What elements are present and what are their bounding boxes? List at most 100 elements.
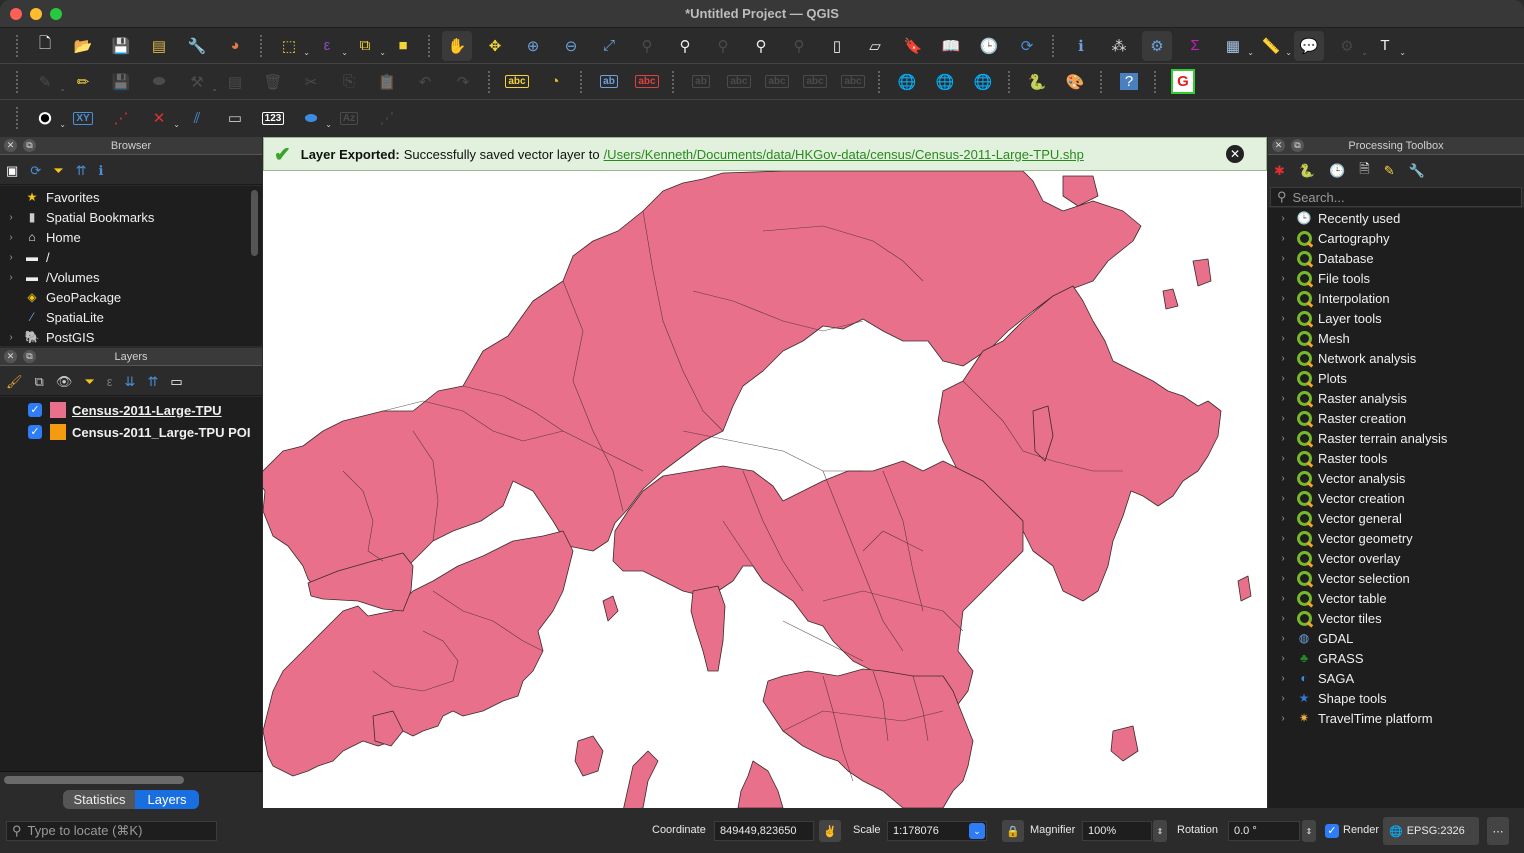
- expand-arrow-icon[interactable]: ›: [1276, 573, 1290, 584]
- expand-arrow-icon[interactable]: ›: [1276, 373, 1290, 384]
- chevron-down-icon[interactable]: ⌄: [969, 823, 985, 839]
- processing-provider-item[interactable]: › Interpolation: [1268, 288, 1524, 308]
- browser-item[interactable]: › 🐘 PostGIS: [0, 327, 262, 347]
- tab-statistics[interactable]: Statistics: [63, 789, 136, 809]
- delete-selected-icon[interactable]: 🗑: [258, 67, 288, 97]
- render-checkbox[interactable]: ✓: [1325, 824, 1339, 838]
- expand-all-icon[interactable]: ⇊: [125, 374, 136, 390]
- new-print-layout-icon[interactable]: ▤: [144, 31, 174, 61]
- exported-file-link[interactable]: /Users/Kenneth/Documents/data/HKGov-data…: [604, 147, 1084, 162]
- style-layer-icon[interactable]: 🖌: [6, 374, 23, 390]
- expand-arrow-icon[interactable]: ›: [1276, 653, 1290, 664]
- toggle-extents-icon[interactable]: ✌: [819, 820, 841, 842]
- add-xy-icon[interactable]: XY: [68, 103, 98, 133]
- chevron-down-icon[interactable]: ⌄: [1247, 48, 1254, 57]
- zoom-to-selection-icon[interactable]: ⚲: [632, 31, 662, 61]
- expand-arrow-icon[interactable]: ›: [1276, 333, 1290, 344]
- open-field-calculator-icon[interactable]: ⁂: [1104, 31, 1134, 61]
- metasearch-icon[interactable]: 🌐: [968, 67, 998, 97]
- processing-provider-item[interactable]: › Network analysis: [1268, 348, 1524, 368]
- expand-arrow-icon[interactable]: ›: [1276, 233, 1290, 244]
- expand-arrow-icon[interactable]: ›: [1276, 493, 1290, 504]
- chevron-down-icon[interactable]: ⌄: [173, 120, 180, 129]
- refresh-icon[interactable]: ⟳: [1012, 31, 1042, 61]
- processing-provider-item[interactable]: › Vector geometry: [1268, 528, 1524, 548]
- statistical-summary-icon[interactable]: Σ: [1180, 31, 1210, 61]
- chevron-down-icon[interactable]: ⌄: [1361, 48, 1368, 57]
- measure-bearing-icon[interactable]: ▭: [220, 103, 250, 133]
- zoom-to-layer-icon[interactable]: ⚲: [670, 31, 700, 61]
- processing-provider-item[interactable]: › Raster creation: [1268, 408, 1524, 428]
- close-panel-icon[interactable]: ✕: [4, 350, 17, 363]
- coordinate-field[interactable]: 849449,823650: [714, 821, 814, 841]
- magnifier-field[interactable]: 100%: [1082, 821, 1152, 841]
- processing-provider-item[interactable]: › Raster terrain analysis: [1268, 428, 1524, 448]
- select-by-expression-icon[interactable]: ε ⌄: [312, 31, 348, 61]
- processing-provider-item[interactable]: › Layer tools: [1268, 308, 1524, 328]
- scripts-icon[interactable]: 🐍: [1299, 163, 1315, 179]
- processing-provider-item[interactable]: › File tools: [1268, 268, 1524, 288]
- identify-features-icon[interactable]: ℹ: [1066, 31, 1096, 61]
- layers-hscrollbar[interactable]: [4, 776, 184, 784]
- browser-item[interactable]: ⁄ SpatiaLite: [0, 307, 262, 327]
- measure-line-icon[interactable]: 📏 ⌄: [1256, 31, 1292, 61]
- zoom-full-icon[interactable]: ⤢: [594, 31, 624, 61]
- show-hide-labels-icon[interactable]: abc: [724, 67, 754, 97]
- visibility-icon[interactable]: 👁: [56, 374, 73, 390]
- browser-item[interactable]: › ⌂ Home: [0, 227, 262, 247]
- chevron-down-icon[interactable]: ⌄: [59, 120, 66, 129]
- properties-icon[interactable]: ℹ: [99, 163, 104, 179]
- processing-provider-item[interactable]: › Plots: [1268, 368, 1524, 388]
- processing-provider-item[interactable]: › ◍ GDAL: [1268, 628, 1524, 648]
- rotate-label-icon[interactable]: abc: [800, 67, 830, 97]
- crs-button[interactable]: 🌐 EPSG:2326: [1383, 817, 1479, 845]
- attribute-table-icon[interactable]: ▦ ⌄: [1218, 31, 1254, 61]
- processing-provider-item[interactable]: › Vector analysis: [1268, 468, 1524, 488]
- maximize-window-button[interactable]: [50, 8, 62, 20]
- expand-arrow-icon[interactable]: ›: [4, 272, 18, 283]
- processing-search-input[interactable]: ⚲ Search...: [1270, 187, 1522, 207]
- save-project-icon[interactable]: 💾: [106, 31, 136, 61]
- chevron-down-icon[interactable]: ⌄: [59, 84, 66, 93]
- toolbar-grip[interactable]: [16, 34, 20, 57]
- line-tool-icon[interactable]: ⋰: [372, 103, 402, 133]
- expand-arrow-icon[interactable]: ›: [1276, 253, 1290, 264]
- processing-provider-item[interactable]: › Vector table: [1268, 588, 1524, 608]
- remove-layer-icon[interactable]: ▭: [170, 374, 182, 390]
- minimize-window-button[interactable]: [30, 8, 42, 20]
- layer-symbol-swatch[interactable]: [50, 424, 66, 440]
- float-panel-icon[interactable]: ⧉: [1291, 139, 1304, 152]
- chevron-down-icon[interactable]: ⌄: [325, 120, 332, 129]
- processing-toolbox-icon[interactable]: ⚙: [1142, 30, 1172, 61]
- add-polygon-feature-icon[interactable]: ⬬: [144, 67, 174, 97]
- move-label-icon[interactable]: ab: [686, 67, 716, 97]
- change-label-icon[interactable]: abc: [838, 67, 868, 97]
- chevron-down-icon[interactable]: ⌄: [1399, 48, 1406, 57]
- azimuth-tool-icon[interactable]: Az: [334, 103, 364, 133]
- toolbar-grip[interactable]: [16, 107, 20, 129]
- close-window-button[interactable]: [10, 8, 22, 20]
- split-icon[interactable]: ⫽: [182, 103, 212, 133]
- tab-layers[interactable]: Layers: [135, 789, 199, 809]
- processing-provider-item[interactable]: › Raster analysis: [1268, 388, 1524, 408]
- processing-provider-item[interactable]: › ★ Shape tools: [1268, 688, 1524, 708]
- add-group-icon[interactable]: ⧉: [35, 374, 44, 390]
- browser-item[interactable]: › ▬ /Volumes: [0, 267, 262, 287]
- processing-provider-item[interactable]: › 🕒 Recently used: [1268, 208, 1524, 228]
- browser-item[interactable]: › ▬ /: [0, 247, 262, 267]
- results-viewer-icon[interactable]: 🗎: [1359, 160, 1369, 182]
- current-edits-icon[interactable]: ✎ ⌄: [30, 67, 66, 97]
- zoom-native-icon[interactable]: ⚲: [708, 31, 738, 61]
- map-tips-icon[interactable]: 💬: [1294, 30, 1324, 61]
- help-icon[interactable]: ?: [1114, 67, 1144, 97]
- expand-arrow-icon[interactable]: ›: [1276, 693, 1290, 704]
- rotation-spinner[interactable]: ⇕: [1302, 820, 1316, 842]
- expand-arrow-icon[interactable]: ›: [1276, 353, 1290, 364]
- processing-provider-item[interactable]: › ✷ TravelTime platform: [1268, 708, 1524, 728]
- deselect-features-icon[interactable]: ⧉ ⌄: [350, 31, 386, 61]
- browser-item[interactable]: › ▮ Spatial Bookmarks: [0, 207, 262, 227]
- expand-arrow-icon[interactable]: ›: [1276, 393, 1290, 404]
- layer-labeling-options-icon[interactable]: abc: [502, 67, 532, 97]
- cut-features-icon[interactable]: ✂: [296, 67, 326, 97]
- zoom-next-icon[interactable]: ⚲: [784, 31, 814, 61]
